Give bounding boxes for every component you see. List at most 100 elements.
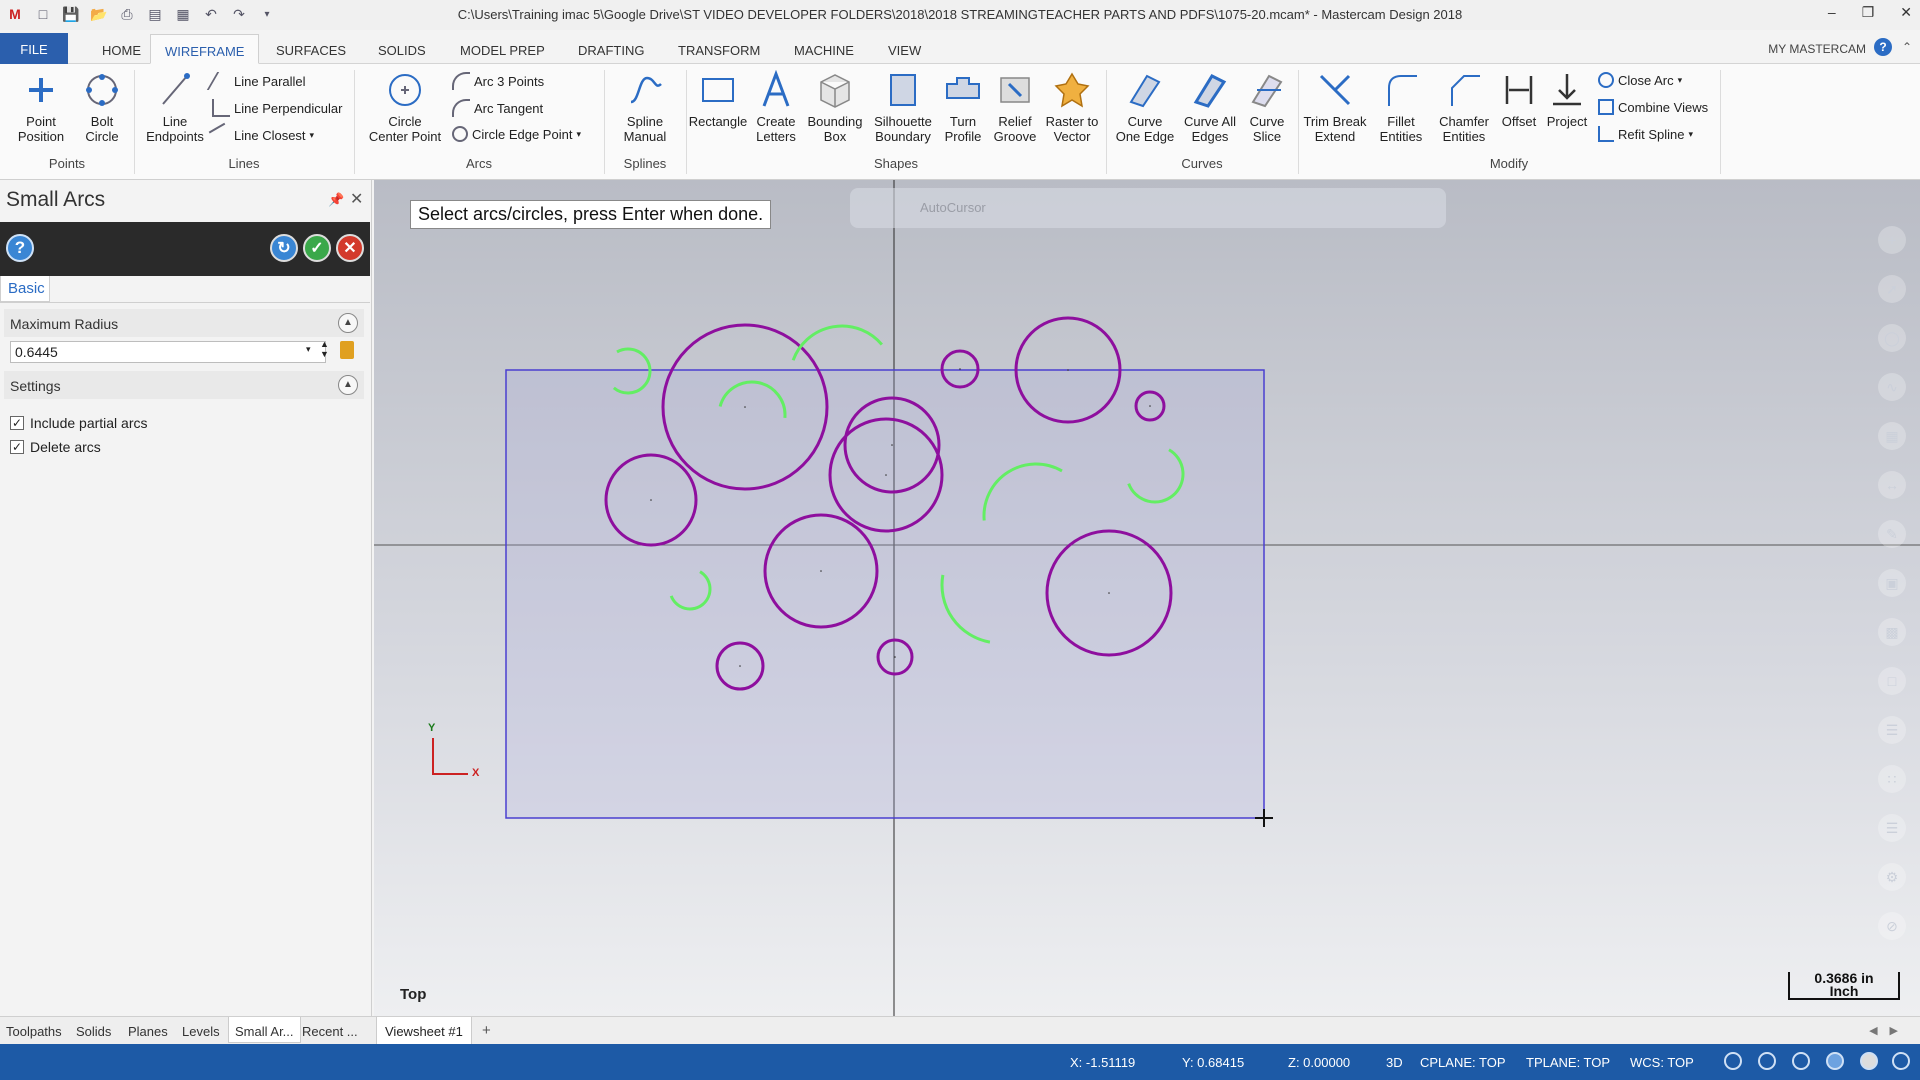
help-icon[interactable]: ? [6, 234, 34, 262]
autocursor-toolbar[interactable]: AutoCursor [850, 188, 1446, 228]
curve-one-edge-button[interactable]: Curve One Edge [1112, 70, 1178, 144]
select-results-icon[interactable]: ✎ [1878, 520, 1906, 548]
tab-solids[interactable]: SOLIDS [364, 34, 440, 64]
collapse-ribbon-icon[interactable]: ⌃ [1902, 40, 1912, 54]
line-perpendicular-button[interactable]: Line Perpendicular [212, 99, 342, 117]
circle-edge-point-button[interactable]: Circle Edge Point ▾ [452, 126, 581, 142]
tab-transform[interactable]: TRANSFORM [664, 34, 774, 64]
tab-file[interactable]: FILE [0, 33, 68, 64]
tab-levels[interactable]: Levels [182, 1024, 220, 1039]
cancel-icon[interactable]: ✕ [336, 234, 364, 262]
select-solids-icon[interactable]: ▣ [1878, 569, 1906, 597]
select-groups-icon[interactable]: ▩ [1878, 618, 1906, 646]
shaded-edges-sphere-icon[interactable] [1860, 1052, 1878, 1070]
arc-tangent-button[interactable]: Arc Tangent [452, 99, 543, 117]
select-layers-icon[interactable]: ☰ [1878, 814, 1906, 842]
mode-toggle[interactable]: 3D [1386, 1055, 1403, 1070]
lock-icon[interactable] [340, 341, 354, 359]
collapse-section-icon[interactable]: ▲ [338, 313, 358, 333]
checkbox-checked-icon[interactable]: ✓ [10, 440, 24, 454]
circle-center-point-button[interactable]: Circle Center Point [362, 70, 448, 144]
globe-icon[interactable] [1724, 1052, 1742, 1070]
select-color-icon[interactable]: □ [1878, 667, 1906, 695]
close-arc-button[interactable]: Close Arc ▾ [1598, 72, 1682, 88]
settings-gear-icon[interactable]: ⚙ [1878, 863, 1906, 891]
refit-spline-button[interactable]: Refit Spline ▾ [1598, 126, 1693, 142]
pin-icon[interactable]: 📌 [328, 192, 344, 208]
my-mastercam-link[interactable]: MY MASTERCAM [1768, 42, 1866, 56]
maximum-radius-section[interactable]: Maximum Radius ▲ [4, 309, 364, 337]
collapse-section-icon[interactable]: ▲ [338, 375, 358, 395]
select-surfaces-icon[interactable]: ▦ [1878, 422, 1906, 450]
tab-drafting[interactable]: DRAFTING [564, 34, 658, 64]
maximum-radius-input[interactable]: 0.6445 [10, 341, 326, 363]
partial-arc-3[interactable] [791, 324, 883, 361]
spline-manual-button[interactable]: Spline Manual [612, 70, 678, 144]
select-levels-icon[interactable]: ☰ [1878, 716, 1906, 744]
tab-recent[interactable]: Recent ... [302, 1024, 358, 1039]
trim-break-extend-button[interactable]: Trim Break Extend [1300, 70, 1370, 144]
tab-basic[interactable]: Basic [0, 276, 50, 302]
tab-machine[interactable]: MACHINE [780, 34, 868, 64]
project-button[interactable]: Project [1542, 70, 1592, 129]
dropdown-arrow-icon[interactable]: ▾ [310, 130, 315, 141]
turn-profile-button[interactable]: Turn Profile [938, 70, 988, 144]
dropdown-arrow-icon[interactable]: ▾ [306, 344, 311, 355]
include-partial-arcs-checkbox[interactable]: ✓ Include partial arcs [10, 415, 148, 431]
hidden-line-sphere-icon[interactable] [1792, 1052, 1810, 1070]
add-viewsheet-icon[interactable]: + [482, 1022, 491, 1039]
settings-section[interactable]: Settings ▲ [4, 371, 364, 399]
delete-arcs-checkbox[interactable]: ✓ Delete arcs [10, 439, 101, 455]
checkbox-checked-icon[interactable]: ✓ [10, 416, 24, 430]
cplane-indicator[interactable]: CPLANE: TOP [1420, 1055, 1506, 1070]
clear-selection-icon[interactable]: ⊘ [1878, 912, 1906, 940]
relief-groove-button[interactable]: Relief Groove [990, 70, 1040, 144]
raster-to-vector-button[interactable]: Raster to Vector [1040, 70, 1104, 144]
arc-3-points-button[interactable]: Arc 3 Points [452, 72, 544, 90]
tab-wireframe[interactable]: WIREFRAME [150, 34, 260, 64]
scroll-arrows-icon[interactable]: ◀▶ [1869, 1024, 1910, 1037]
curve-all-edges-button[interactable]: Curve All Edges [1180, 70, 1240, 144]
select-points-icon[interactable]: ∷ [1878, 765, 1906, 793]
select-lines-icon[interactable]: ➚ [1878, 275, 1906, 303]
tab-home[interactable]: HOME [88, 34, 155, 64]
silhouette-boundary-button[interactable]: Silhouette Boundary [868, 70, 938, 144]
bounding-box-button[interactable]: Bounding Box [804, 70, 866, 144]
point-position-button[interactable]: Point Position [10, 70, 72, 144]
restore-icon[interactable]: ❐ [1862, 4, 1875, 21]
minimize-icon[interactable]: – [1828, 4, 1836, 21]
tab-planes[interactable]: Planes [128, 1024, 168, 1039]
offset-button[interactable]: Offset [1496, 70, 1542, 129]
graphics-viewport[interactable]: Y X Select arcs/circles, press Enter whe… [374, 180, 1920, 1016]
rectangle-button[interactable]: Rectangle [688, 70, 748, 129]
fillet-entities-button[interactable]: Fillet Entities [1370, 70, 1432, 144]
chamfer-entities-button[interactable]: Chamfer Entities [1432, 70, 1496, 144]
wireframe-sphere-icon[interactable] [1758, 1052, 1776, 1070]
line-endpoints-button[interactable]: Line Endpoints [140, 70, 210, 144]
select-arcs-icon[interactable]: ◯ [1878, 324, 1906, 352]
tab-surfaces[interactable]: SURFACES [262, 34, 360, 64]
shaded-sphere-icon[interactable] [1826, 1052, 1844, 1070]
tab-solids-manager[interactable]: Solids [76, 1024, 111, 1039]
select-all-icon[interactable]: + [1878, 226, 1906, 254]
curve-slice-button[interactable]: Curve Slice [1242, 70, 1292, 144]
tab-view[interactable]: VIEW [874, 34, 935, 64]
wcs-indicator[interactable]: WCS: TOP [1630, 1055, 1694, 1070]
line-parallel-button[interactable]: Line Parallel [206, 72, 306, 90]
tab-small-arcs[interactable]: Small Ar... [228, 1017, 301, 1043]
tab-viewsheet-1[interactable]: Viewsheet #1 [376, 1017, 472, 1045]
spinner-icon[interactable]: ▲ ▼ [320, 339, 329, 359]
select-splines-icon[interactable]: ∿ [1878, 373, 1906, 401]
dropdown-arrow-icon[interactable]: ▾ [1678, 75, 1683, 86]
z-coordinate[interactable]: Z: 0.00000 [1288, 1055, 1350, 1070]
select-dimensions-icon[interactable]: ↔ [1878, 471, 1906, 499]
dropdown-arrow-icon[interactable]: ▾ [576, 129, 581, 140]
tab-model-prep[interactable]: MODEL PREP [446, 34, 559, 64]
create-letters-button[interactable]: Create Letters [750, 70, 802, 144]
panel-close-icon[interactable]: ✕ [350, 189, 363, 209]
bolt-circle-button[interactable]: Bolt Circle [74, 70, 130, 144]
geometry-canvas[interactable] [374, 180, 1920, 1016]
combine-views-button[interactable]: Combine Views [1598, 99, 1708, 115]
tab-toolpaths[interactable]: Toolpaths [6, 1024, 62, 1039]
help-icon[interactable]: ? [1874, 38, 1892, 56]
